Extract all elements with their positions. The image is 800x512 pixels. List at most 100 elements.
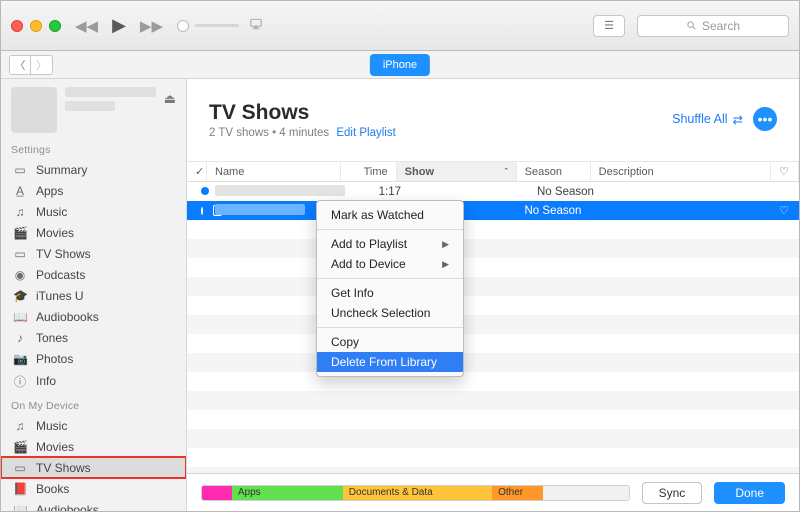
search-placeholder: Search (702, 19, 740, 33)
movies-icon: 🎬 (13, 226, 27, 240)
sidebar-item-label: Summary (36, 163, 87, 177)
storage-seg-apps: Apps (232, 486, 343, 500)
podcasts-icon: ◉ (13, 268, 27, 282)
ctx-add-to-device[interactable]: Add to Device▶ (317, 254, 463, 274)
sidebar-device-books[interactable]: 📕Books (1, 478, 186, 499)
submenu-arrow-icon: ▶ (442, 259, 449, 270)
col-check[interactable]: ✓ (187, 162, 207, 181)
list-view-button[interactable]: ☰ (593, 15, 625, 37)
ctx-uncheck-selection[interactable]: Uncheck Selection (317, 303, 463, 323)
nav-row: 〈 〉 iPhone (1, 51, 799, 79)
main-header: TV Shows 2 TV shows • 4 minutes Edit Pla… (187, 79, 799, 145)
heart-icon[interactable]: ♡ (779, 205, 789, 217)
sidebar-item-apps[interactable]: A̲Apps (1, 180, 186, 201)
sidebar-item-label: TV Shows (36, 247, 91, 261)
col-show[interactable]: Show ˆ (397, 162, 517, 181)
sidebar-item-label: Books (36, 482, 69, 496)
sidebar-item-label: Photos (36, 352, 73, 366)
ctx-label: Add to Playlist (331, 237, 407, 251)
shuffle-all-button[interactable]: Shuffle All ⇄ (672, 112, 743, 127)
sidebar-item-label: Audiobooks (36, 503, 99, 512)
zoom-button[interactable] (49, 20, 61, 32)
tones-icon: ♪ (13, 331, 27, 345)
col-description[interactable]: Description (591, 162, 771, 181)
itunesu-icon: 🎓 (13, 289, 27, 303)
eject-icon[interactable]: ⏏ (164, 91, 176, 107)
page-subtitle: 2 TV shows • 4 minutes Edit Playlist (209, 127, 396, 139)
col-time[interactable]: Time (341, 162, 397, 181)
sidebar-device-header[interactable]: ⏏ (1, 79, 186, 137)
sidebar: ⏏ Settings ▭Summary A̲Apps ♫Music 🎬Movie… (1, 79, 187, 511)
volume-slider[interactable] (177, 20, 239, 32)
photos-icon: 📷 (13, 352, 27, 366)
table-row[interactable]: ✓ No Season ♡ (187, 201, 799, 220)
sync-button[interactable]: Sync (642, 482, 703, 504)
track-time: 1:17 (353, 186, 409, 198)
done-button[interactable]: Done (714, 482, 785, 504)
minimize-button[interactable] (30, 20, 42, 32)
page-title: TV Shows (209, 101, 396, 125)
col-name[interactable]: Name (207, 162, 341, 181)
col-season[interactable]: Season (517, 162, 591, 181)
col-love[interactable]: ♡ (771, 162, 799, 181)
sidebar-item-audiobooks[interactable]: 📖Audiobooks (1, 306, 186, 327)
sidebar-item-podcasts[interactable]: ◉ Podcasts (1, 264, 186, 285)
device-thumbnail (11, 87, 57, 133)
sidebar-device-tvshows[interactable]: ▭TV Shows (1, 457, 186, 478)
submenu-arrow-icon: ▶ (442, 239, 449, 250)
more-actions-button[interactable]: ••• (753, 107, 777, 131)
sort-asc-icon: ˆ (505, 167, 508, 177)
back-button[interactable]: 〈 (9, 55, 31, 75)
sidebar-device-audiobooks[interactable]: 📖Audiobooks (1, 499, 186, 511)
sidebar-item-movies[interactable]: 🎬Movies (1, 222, 186, 243)
track-season: No Season (529, 186, 603, 198)
sidebar-item-label: Audiobooks (36, 310, 99, 324)
sidebar-item-info[interactable]: ⓘInfo (1, 369, 186, 393)
itunes-window: ◀◀ ▶ ▶▶ ☰ Search 〈 〉 iPhone (0, 0, 800, 512)
sidebar-item-music[interactable]: ♫Music (1, 201, 186, 222)
sidebar-item-itunesu[interactable]: 🎓 iTunes U (1, 285, 186, 306)
sidebar-device-movies[interactable]: 🎬Movies (1, 436, 186, 457)
close-button[interactable] (11, 20, 23, 32)
ctx-get-info[interactable]: Get Info (317, 283, 463, 303)
ctx-mark-watched[interactable]: Mark as Watched (317, 205, 463, 225)
ctx-add-to-playlist[interactable]: Add to Playlist ▶ (317, 234, 463, 254)
shuffle-label: Shuffle All (672, 112, 727, 126)
main-panel: TV Shows 2 TV shows • 4 minutes Edit Pla… (187, 79, 799, 511)
sidebar-device-music[interactable]: ♫Music (1, 415, 186, 436)
airplay-icon[interactable] (249, 17, 263, 34)
forward-button[interactable]: 〉 (31, 55, 53, 75)
ctx-delete-from-library[interactable]: Delete From Library (317, 352, 463, 372)
play-button[interactable]: ▶ (112, 15, 126, 36)
window-controls (11, 20, 61, 32)
sidebar-item-summary[interactable]: ▭Summary (1, 159, 186, 180)
next-track-button[interactable]: ▶▶ (140, 17, 163, 35)
movies-icon: 🎬 (13, 440, 27, 454)
sidebar-item-tones[interactable]: ♪ Tones (1, 327, 186, 348)
sidebar-item-label: TV Shows (36, 461, 91, 475)
sidebar-item-photos[interactable]: 📷 Photos (1, 348, 186, 369)
table-row[interactable]: 1:17 No Season (187, 182, 799, 201)
storage-seg-docs: Documents & Data (343, 486, 492, 500)
music-icon: ♫ (13, 205, 27, 219)
storage-bar: Apps Documents & Data Other (201, 485, 630, 501)
track-name (215, 185, 345, 196)
unwatched-dot-icon (201, 207, 203, 215)
search-input[interactable]: Search (637, 15, 789, 37)
track-season: No Season (517, 205, 591, 217)
sidebar-item-label: Podcasts (36, 268, 85, 282)
sidebar-item-label: iTunes U (36, 289, 84, 303)
shuffle-icon: ⇄ (733, 112, 743, 127)
edit-playlist-link[interactable]: Edit Playlist (336, 127, 395, 139)
music-icon: ♫ (13, 419, 27, 433)
sidebar-item-label: Tones (36, 331, 68, 345)
ctx-copy[interactable]: Copy (317, 332, 463, 352)
prev-track-button[interactable]: ◀◀ (75, 17, 98, 35)
device-name-block (65, 87, 156, 115)
device-tab-iphone[interactable]: iPhone (370, 54, 430, 76)
context-menu: Mark as Watched Add to Playlist ▶ Add to … (316, 200, 464, 377)
col-show-label: Show (405, 166, 434, 178)
sidebar-item-label: Info (36, 374, 56, 388)
sidebar-section-settings: Settings (1, 137, 186, 159)
sidebar-item-tvshows[interactable]: ▭TV Shows (1, 243, 186, 264)
